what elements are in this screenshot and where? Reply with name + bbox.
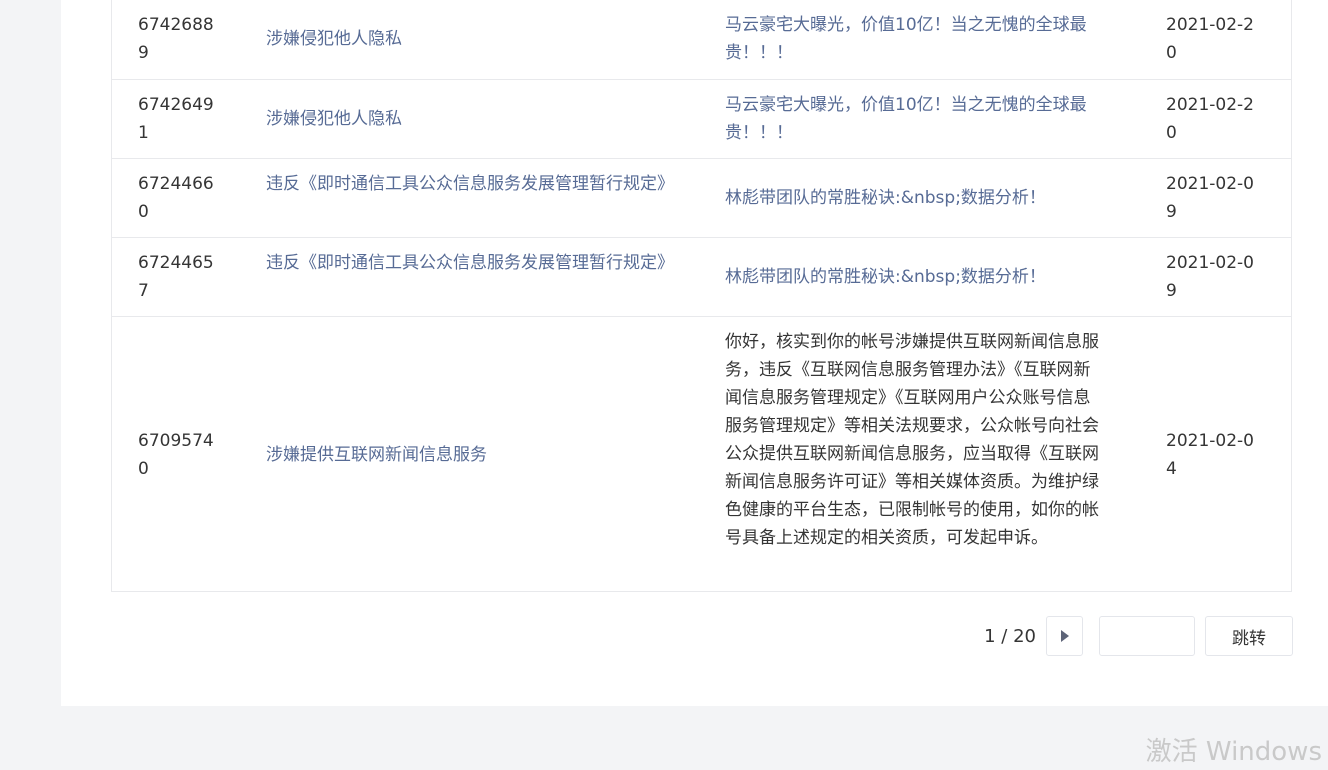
- table-row: 67426889 涉嫌侵犯他人隐私 马云豪宅大曝光，价值10亿！当之无愧的全球最…: [112, 0, 1291, 79]
- page-indicator: 1 / 20: [984, 625, 1036, 647]
- pagination: 1 / 20 跳转: [984, 616, 1293, 656]
- table-row: 67244660 违反《即时通信工具公众信息服务发展管理暂行规定》 林彪带团队的…: [112, 158, 1291, 237]
- next-page-button[interactable]: [1046, 616, 1083, 656]
- article-title-link[interactable]: 马云豪宅大曝光，价值10亿！当之无愧的全球最贵！！！: [725, 91, 1105, 147]
- violation-table: 67426889 涉嫌侵犯他人隐私 马云豪宅大曝光，价值10亿！当之无愧的全球最…: [111, 0, 1292, 592]
- violation-records-card: 67426889 涉嫌侵犯他人隐私 马云豪宅大曝光，价值10亿！当之无愧的全球最…: [61, 0, 1328, 706]
- windows-activation-watermark: 激活 Windows: [1145, 737, 1322, 767]
- table-row: 67244657 违反《即时通信工具公众信息服务发展管理暂行规定》 林彪带团队的…: [112, 237, 1291, 316]
- record-id: 67426491: [138, 95, 214, 143]
- record-date: 2021-02-09: [1166, 174, 1254, 222]
- record-id: 67095740: [138, 431, 214, 479]
- article-title-link[interactable]: 林彪带团队的常胜秘诀:&nbsp;数据分析！: [725, 184, 1105, 212]
- table-row: 67095740 涉嫌提供互联网新闻信息服务 你好，核实到你的帐号涉嫌提供互联网…: [112, 316, 1291, 591]
- article-title-link[interactable]: 马云豪宅大曝光，价值10亿！当之无愧的全球最贵！！！: [725, 11, 1105, 67]
- jump-button[interactable]: 跳转: [1205, 616, 1293, 656]
- violation-reason: 涉嫌侵犯他人隐私: [266, 109, 402, 129]
- violation-reason: 违反《即时通信工具公众信息服务发展管理暂行规定》: [266, 174, 674, 194]
- record-id: 67426889: [138, 15, 214, 63]
- table-row: 67426491 涉嫌侵犯他人隐私 马云豪宅大曝光，价值10亿！当之无愧的全球最…: [112, 79, 1291, 158]
- article-title-link[interactable]: 林彪带团队的常胜秘诀:&nbsp;数据分析！: [725, 263, 1105, 291]
- record-date: 2021-02-20: [1166, 95, 1254, 143]
- triangle-right-icon: [1060, 630, 1069, 642]
- record-id: 67244657: [138, 253, 214, 301]
- violation-reason: 涉嫌侵犯他人隐私: [266, 29, 402, 49]
- record-date: 2021-02-20: [1166, 15, 1254, 63]
- violation-reason: 涉嫌提供互联网新闻信息服务: [266, 445, 487, 465]
- page-number-input[interactable]: [1099, 616, 1195, 656]
- record-date: 2021-02-09: [1166, 253, 1254, 301]
- record-id: 67244660: [138, 174, 214, 222]
- violation-notice-text: 你好，核实到你的帐号涉嫌提供互联网新闻信息服务，违反《互联网信息服务管理办法》《…: [725, 332, 1099, 548]
- record-date: 2021-02-04: [1166, 431, 1254, 479]
- violation-reason: 违反《即时通信工具公众信息服务发展管理暂行规定》: [266, 253, 674, 273]
